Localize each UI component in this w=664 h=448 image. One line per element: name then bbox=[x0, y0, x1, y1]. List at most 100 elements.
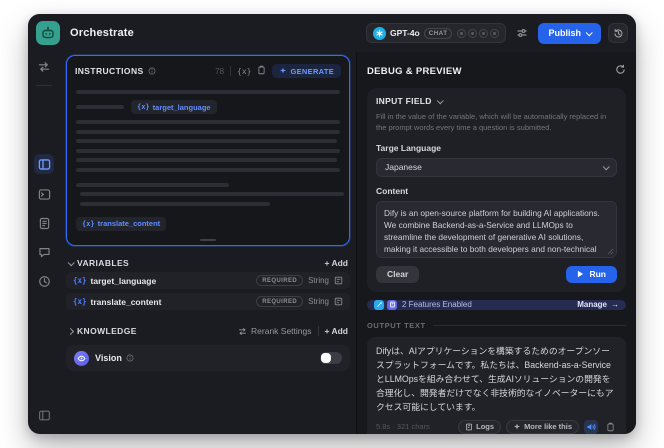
model-selector[interactable]: GPT-4o CHAT bbox=[365, 23, 507, 43]
model-parameters-icon[interactable] bbox=[513, 24, 531, 42]
logs-button[interactable]: Logs bbox=[458, 419, 502, 434]
model-provider-icon bbox=[372, 26, 386, 40]
variable-token: {x} bbox=[137, 103, 150, 111]
target-language-select[interactable]: Japanese bbox=[376, 157, 617, 177]
variable-name: translate_content bbox=[97, 219, 161, 228]
sidebar-item-history[interactable] bbox=[35, 272, 53, 290]
variable-token: {x} bbox=[73, 276, 87, 285]
generate-button[interactable]: GENERATE bbox=[272, 64, 341, 78]
vision-toggle[interactable] bbox=[320, 352, 342, 364]
more-like-this-button[interactable]: More like this bbox=[506, 419, 579, 434]
play-icon bbox=[578, 270, 584, 278]
publish-button[interactable]: Publish bbox=[538, 22, 601, 44]
variable-type: String bbox=[308, 276, 329, 285]
sidebar-item-api[interactable] bbox=[35, 185, 53, 203]
clock-icon bbox=[38, 275, 50, 287]
required-badge: REQUIRED bbox=[256, 275, 304, 286]
variable-type: String bbox=[308, 297, 329, 306]
publish-label: Publish bbox=[548, 28, 581, 38]
capability-icon bbox=[479, 28, 489, 38]
input-field-description: Fill in the value of the variable, which… bbox=[376, 112, 607, 133]
robot-icon bbox=[42, 26, 54, 39]
variable-chip-translate-content[interactable]: {x} translate_content bbox=[76, 216, 167, 231]
variable-settings-icon[interactable] bbox=[334, 293, 343, 311]
knowledge-header: KNOWLEDGE Rerank Settings + Add bbox=[66, 326, 350, 336]
char-count: 78 bbox=[215, 66, 225, 76]
generate-label: GENERATE bbox=[290, 66, 334, 76]
features-enabled-bar[interactable]: 2 Features Enabled Manage → bbox=[367, 299, 626, 310]
text-skeleton bbox=[80, 192, 344, 196]
add-variable-button[interactable]: + Add bbox=[325, 258, 349, 268]
instructions-content: {x} target_language {x} translate_conten… bbox=[67, 84, 349, 231]
text-skeleton bbox=[76, 158, 338, 162]
variable-name: target_language bbox=[152, 102, 211, 112]
output-text: Difyは、AIアプリケーションを構築するためのオープンソースプラットフォームで… bbox=[376, 345, 614, 412]
copy-output-button[interactable] bbox=[603, 420, 617, 434]
insert-variable-icon[interactable]: {x} bbox=[237, 67, 251, 76]
run-button[interactable]: Run bbox=[566, 265, 617, 283]
variable-chip-target-language[interactable]: {x} target_language bbox=[131, 100, 217, 114]
output-footer: 5.8s · 321 chars Logs More like this bbox=[376, 419, 617, 434]
sidebar-item-annotations[interactable] bbox=[35, 243, 53, 261]
input-field-title: INPUT FIELD bbox=[376, 96, 432, 106]
rerank-icon bbox=[239, 327, 246, 335]
divider bbox=[432, 324, 626, 326]
input-field-header[interactable]: INPUT FIELD bbox=[376, 96, 617, 106]
logs-icon bbox=[466, 423, 473, 431]
variable-settings-icon[interactable] bbox=[334, 272, 343, 290]
vision-icon bbox=[74, 350, 89, 366]
refresh-icon[interactable] bbox=[615, 62, 626, 80]
toggle-knob bbox=[321, 353, 331, 363]
page-title: Orchestrate bbox=[70, 27, 134, 39]
variable-token: {x} bbox=[82, 219, 95, 228]
add-label: Add bbox=[331, 258, 348, 268]
chevron-down-icon bbox=[436, 96, 444, 104]
sparkle-icon bbox=[513, 423, 521, 430]
sparkle-icon bbox=[280, 67, 287, 74]
content-label: Content bbox=[376, 185, 409, 196]
chevron-right-icon[interactable] bbox=[66, 327, 75, 335]
content-input[interactable]: Dify is an open-source platform for buil… bbox=[376, 200, 617, 258]
target-language-label: Targe Language bbox=[376, 142, 442, 153]
info-icon bbox=[126, 354, 134, 362]
titlebar: Orchestrate GPT-4o CHAT Publish bbox=[28, 14, 636, 52]
vision-label: Vision bbox=[95, 353, 122, 363]
app-logo-icon[interactable] bbox=[36, 21, 60, 45]
switch-app-icon[interactable] bbox=[35, 58, 53, 76]
manage-features-link[interactable]: Manage → bbox=[577, 300, 619, 309]
debug-header: DEBUG & PREVIEW bbox=[367, 62, 626, 80]
add-label: Add bbox=[331, 326, 348, 336]
model-capability-icons bbox=[457, 28, 500, 38]
instructions-title: INSTRUCTIONS bbox=[75, 66, 144, 76]
variable-row-translate-content[interactable]: {x} translate_content REQUIRED String bbox=[66, 293, 350, 310]
terminal-icon bbox=[38, 188, 50, 200]
speaker-button[interactable] bbox=[584, 419, 598, 434]
sidebar-item-orchestrate[interactable] bbox=[34, 154, 54, 174]
rerank-settings-button[interactable]: Rerank Settings bbox=[238, 326, 312, 336]
sidebar-item-logs[interactable] bbox=[35, 214, 53, 232]
copy-icon[interactable] bbox=[257, 62, 266, 80]
restore-history-button[interactable] bbox=[608, 23, 628, 43]
collapse-panel-icon[interactable] bbox=[35, 406, 53, 424]
model-name: GPT-4o bbox=[389, 28, 420, 38]
chevron-down-icon bbox=[602, 162, 610, 170]
resize-handle[interactable] bbox=[200, 239, 216, 241]
variable-row-target-language[interactable]: {x} target_language REQUIRED String bbox=[66, 272, 350, 289]
output-title: OUTPUT TEXT bbox=[367, 320, 426, 330]
info-icon bbox=[148, 67, 156, 75]
orchestrate-panel: INSTRUCTIONS 78 {x} GENERATE {x} target_… bbox=[60, 52, 356, 434]
sidebar-divider bbox=[36, 85, 52, 86]
instructions-header: INSTRUCTIONS 78 {x} GENERATE bbox=[67, 56, 349, 84]
add-knowledge-button[interactable]: + Add bbox=[325, 326, 349, 336]
annotation-icon bbox=[38, 247, 50, 257]
model-mode-badge: CHAT bbox=[423, 27, 453, 39]
arrow-right-icon: → bbox=[611, 300, 619, 309]
output-card: Difyは、AIアプリケーションを構築するためのオープンソースプラットフォームで… bbox=[367, 336, 626, 434]
instructions-editor[interactable]: INSTRUCTIONS 78 {x} GENERATE {x} target_… bbox=[66, 55, 350, 246]
input-field-card: INPUT FIELD Fill in the value of the var… bbox=[367, 88, 626, 292]
clear-button[interactable]: Clear bbox=[376, 265, 420, 283]
text-skeleton bbox=[76, 105, 124, 109]
sidebar bbox=[28, 52, 60, 434]
text-skeleton bbox=[80, 201, 271, 206]
chevron-down-icon[interactable] bbox=[67, 258, 75, 266]
